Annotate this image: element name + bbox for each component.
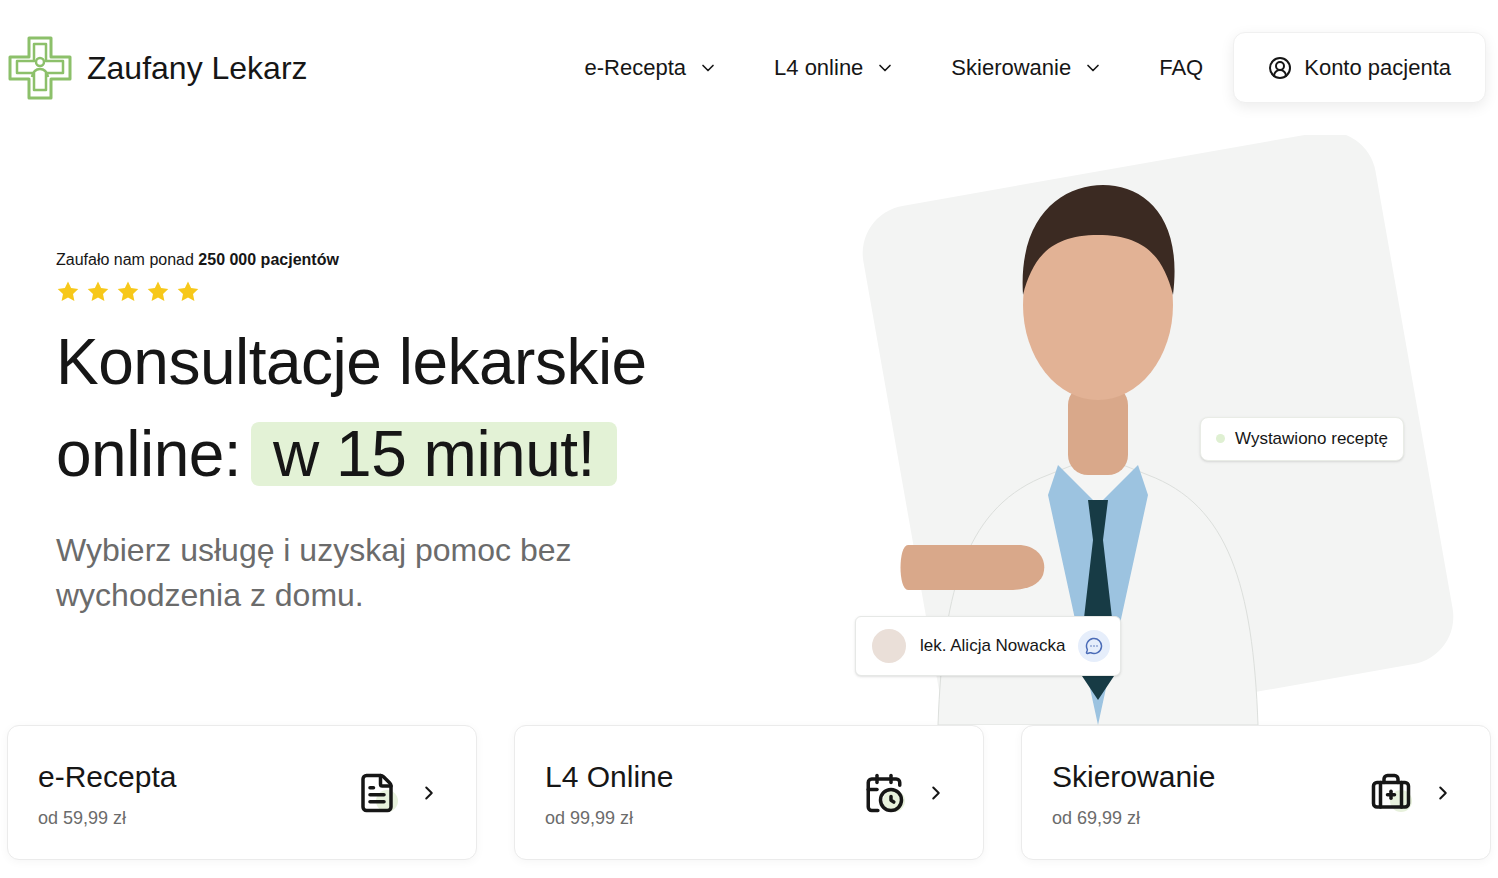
- highlight: w 15 minut!: [251, 422, 617, 486]
- service-price: od 69,99 zł: [1052, 805, 1215, 832]
- service-price: od 99,99 zł: [545, 805, 673, 832]
- rating-stars: [56, 280, 858, 304]
- service-title: Skierowanie: [1052, 754, 1215, 799]
- star-icon: [146, 280, 170, 304]
- chevron-right-icon: [418, 782, 440, 804]
- nav-item[interactable]: Skierowanie: [951, 51, 1103, 84]
- service-cards: e-Recepta od 59,99 zł L4 Online od 99,99 zł…: [0, 725, 1498, 860]
- star-icon: [86, 280, 110, 304]
- page: Zaufany Lekarz e-Recepta L4 online Skierowa…: [0, 0, 1498, 878]
- user-icon: [1268, 56, 1292, 80]
- doctor-badge[interactable]: lek. Alicja Nowacka: [855, 616, 1121, 676]
- account-button[interactable]: Konto pacjenta: [1233, 32, 1486, 103]
- nav-item[interactable]: FAQ: [1159, 51, 1203, 84]
- chevron-down-icon: [1083, 58, 1103, 78]
- service-card[interactable]: e-Recepta od 59,99 zł: [7, 725, 477, 860]
- hero-text: Zaufało nam ponad 250 000 pacjentów Konsu…: [0, 135, 858, 725]
- star-icon: [56, 280, 80, 304]
- trust-line: Zaufało nam ponad 250 000 pacjentów: [56, 248, 858, 272]
- hero-title: Konsultacje lekarskieonline:w 15 minut!: [56, 316, 858, 500]
- star-icon: [116, 280, 140, 304]
- chat-icon[interactable]: [1078, 630, 1110, 662]
- header: Zaufany Lekarz e-Recepta L4 online Skierowa…: [0, 0, 1498, 135]
- hero-visual: Wystawiono receptę lek. Alicja Nowacka: [858, 135, 1498, 725]
- chevron-right-icon: [1432, 782, 1454, 804]
- hero: Zaufało nam ponad 250 000 pacjentów Konsu…: [0, 135, 1498, 725]
- nav-item[interactable]: e-Recepta: [585, 51, 719, 84]
- status-badge: Wystawiono receptę: [1200, 417, 1404, 461]
- brand-name: Zaufany Lekarz: [87, 44, 308, 92]
- chevron-down-icon: [875, 58, 895, 78]
- star-icon: [176, 280, 200, 304]
- service-title: L4 Online: [545, 754, 673, 799]
- chevron-down-icon: [698, 58, 718, 78]
- doctor-avatar: [870, 627, 908, 665]
- main-nav: e-Recepta L4 online Skierowanie FAQ: [585, 51, 1204, 84]
- service-card[interactable]: Skierowanie od 69,99 zł: [1021, 725, 1491, 860]
- hero-subtitle: Wybierz usługę i uzyskaj pomoc bez wycho…: [56, 528, 656, 618]
- nav-item[interactable]: L4 online: [774, 51, 895, 84]
- service-title: e-Recepta: [38, 754, 176, 799]
- referral-icon: [1370, 772, 1412, 814]
- service-price: od 59,99 zł: [38, 805, 176, 832]
- status-dot: [1216, 434, 1225, 443]
- brand[interactable]: Zaufany Lekarz: [7, 35, 308, 101]
- chevron-right-icon: [925, 782, 947, 804]
- prescription-icon: [356, 772, 398, 814]
- logo-icon: [7, 35, 73, 101]
- sickleave-icon: [863, 772, 905, 814]
- service-card[interactable]: L4 Online od 99,99 zł: [514, 725, 984, 860]
